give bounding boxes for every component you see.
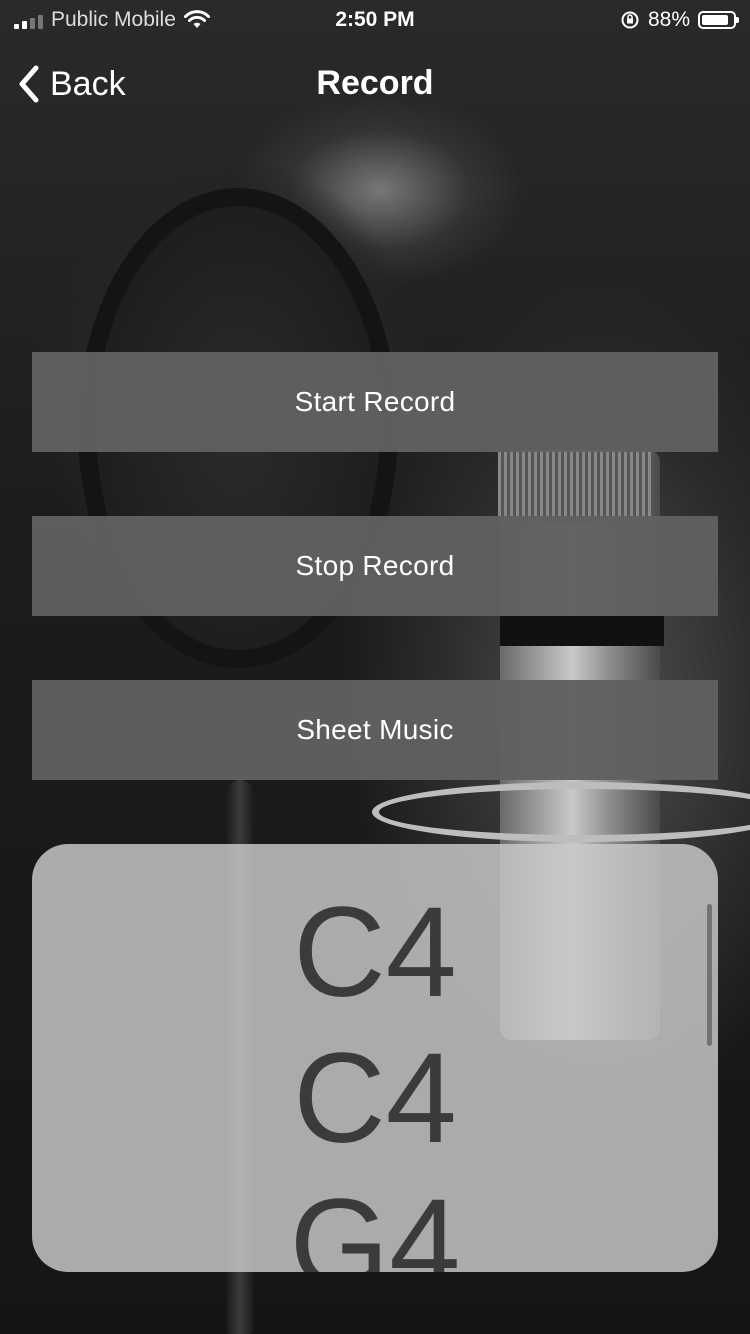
notes-list-panel[interactable]: C4 C4 G4 <box>32 844 718 1272</box>
background-shock-mount <box>372 782 750 842</box>
scrollbar[interactable] <box>707 904 712 1046</box>
notes-list: C4 C4 G4 <box>32 880 718 1272</box>
note-item: G4 <box>289 1173 461 1272</box>
note-item: C4 <box>293 1027 457 1170</box>
stop-record-button[interactable]: Stop Record <box>32 516 718 616</box>
navigation-bar: Back Record <box>0 44 750 124</box>
background-microphone-band <box>500 616 664 646</box>
background-microphone-grille <box>498 452 654 522</box>
status-bar: Public Mobile 2:50 PM 88% <box>0 0 750 40</box>
lock-rotation-icon <box>621 11 639 29</box>
page-title: Record <box>316 64 434 102</box>
note-item: C4 <box>293 881 457 1024</box>
start-record-button[interactable]: Start Record <box>32 352 718 452</box>
battery-icon <box>698 11 739 29</box>
status-right: 88% <box>620 8 739 32</box>
battery-percentage: 88% <box>647 8 690 31</box>
sheet-music-button[interactable]: Sheet Music <box>32 680 718 780</box>
record-screen: Public Mobile 2:50 PM 88% Back Record St… <box>0 0 750 1334</box>
battery-fill <box>702 15 728 25</box>
